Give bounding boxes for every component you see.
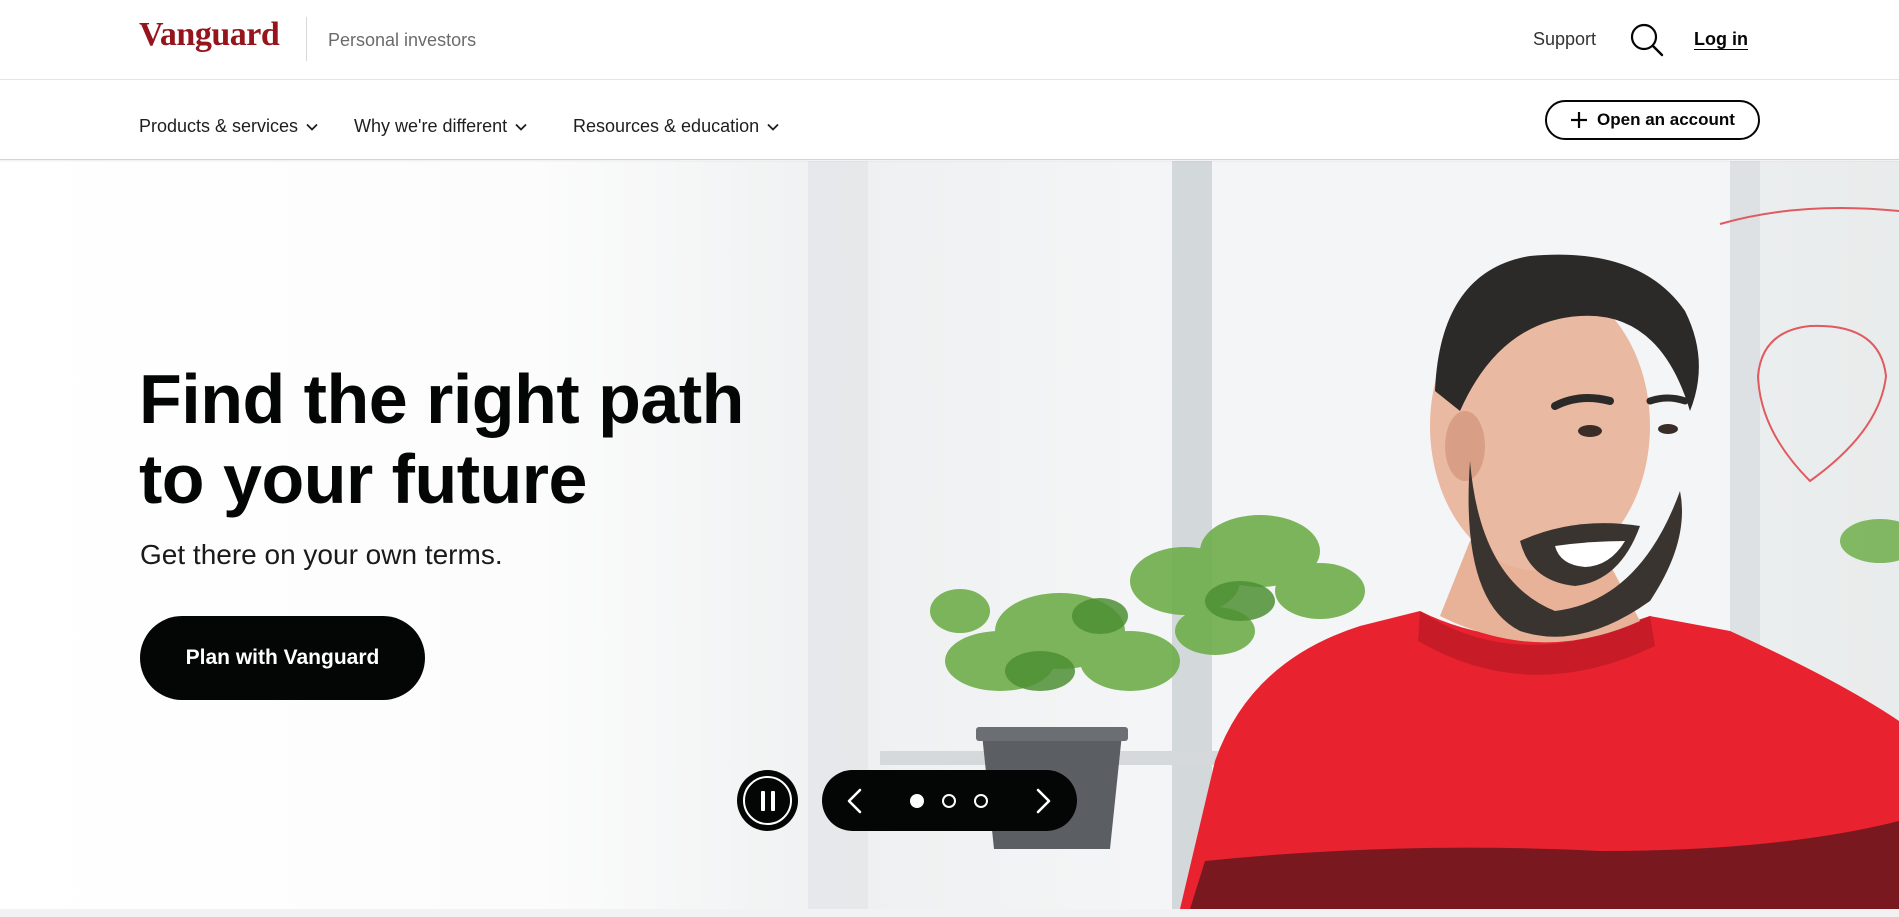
utility-header: Vanguard Personal investors Support Log … — [0, 0, 1899, 80]
hero-banner: Find the right path to your future Get t… — [0, 161, 1899, 909]
logo-divider — [306, 17, 307, 61]
pause-bar — [760, 790, 765, 811]
page-bottom-strip — [0, 909, 1899, 917]
plan-with-vanguard-button[interactable]: Plan with Vanguard — [140, 616, 425, 700]
carousel-dot-1[interactable] — [910, 794, 924, 808]
nav-why-different[interactable]: Why we're different — [354, 116, 527, 137]
nav-label: Products & services — [139, 116, 299, 136]
hero-title-line-2: to your future — [139, 440, 587, 518]
nav-label: Why we're different — [354, 116, 508, 136]
segment-label[interactable]: Personal investors — [328, 30, 476, 51]
carousel-pager — [822, 770, 1077, 831]
carousel-dot-3[interactable] — [974, 794, 988, 808]
hero-title: Find the right path to your future — [139, 359, 839, 519]
pause-bar — [770, 790, 775, 811]
search-icon — [1630, 23, 1664, 57]
open-account-label: Open an account — [1597, 110, 1735, 129]
support-link[interactable]: Support — [1533, 29, 1596, 50]
hero-subtitle: Get there on your own terms. — [140, 539, 503, 570]
nav-label: Resources & education — [573, 116, 760, 136]
nav-resources-education[interactable]: Resources & education — [573, 116, 779, 137]
chevron-left-icon[interactable] — [838, 784, 872, 818]
carousel-dot-2[interactable] — [942, 794, 956, 808]
chevron-down-icon — [515, 123, 527, 131]
plus-icon — [1571, 112, 1588, 128]
nav-products-services[interactable]: Products & services — [139, 116, 318, 137]
open-account-button[interactable]: Open an account — [1545, 100, 1760, 140]
chevron-down-icon — [306, 123, 318, 131]
chevron-down-icon — [767, 123, 779, 131]
pause-icon — [743, 776, 792, 825]
search-button[interactable] — [1629, 22, 1665, 58]
login-link[interactable]: Log in — [1694, 29, 1748, 50]
hero-title-line-1: Find the right path — [139, 360, 744, 438]
carousel-pause-button[interactable] — [737, 770, 798, 831]
main-nav: Products & services Why we're different … — [0, 80, 1899, 160]
vanguard-logo[interactable]: Vanguard — [139, 16, 280, 54]
chevron-right-icon[interactable] — [1026, 784, 1060, 818]
